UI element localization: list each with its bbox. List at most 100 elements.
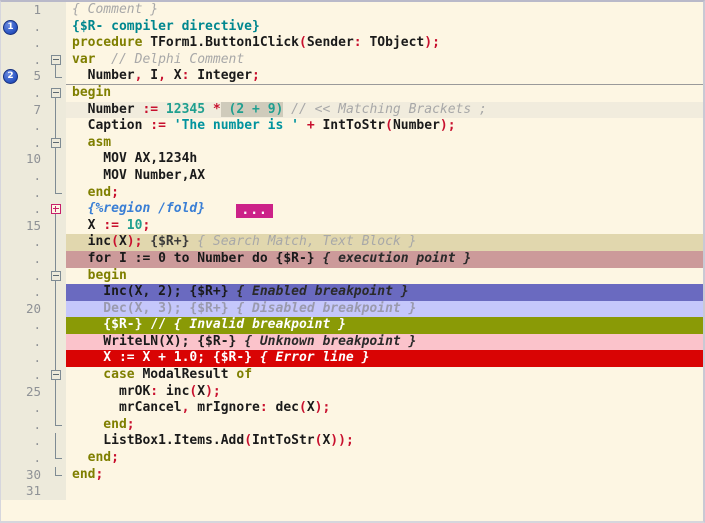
- gutter-cell[interactable]: 20: [1, 300, 47, 318]
- fold-column[interactable]: [47, 18, 66, 36]
- code-line[interactable]: Number := 12345 * (2 + 9) // << Matching…: [66, 101, 703, 119]
- code-line[interactable]: mrCancel, mrIgnore: dec(X);: [66, 400, 703, 417]
- editor-row[interactable]: . procedure TForm1.Button1Click(Sender: …: [1, 35, 703, 52]
- code-line[interactable]: asm: [66, 134, 703, 152]
- editor-row[interactable]: 1 { Comment }: [1, 2, 703, 19]
- fold-ellipsis[interactable]: ...: [236, 204, 273, 219]
- fold-column[interactable]: [47, 416, 66, 434]
- fold-column[interactable]: [47, 118, 66, 135]
- code-line[interactable]: {$R- compiler directive}: [66, 18, 703, 36]
- code-line[interactable]: procedure TForm1.Button1Click(Sender: TO…: [66, 35, 703, 52]
- fold-column[interactable]: [47, 51, 66, 69]
- gutter-cell[interactable]: .: [1, 35, 47, 52]
- gutter-cell[interactable]: .: [1, 134, 47, 152]
- fold-column[interactable]: [47, 167, 66, 185]
- fold-collapse-icon[interactable]: [51, 270, 61, 281]
- gutter-cell[interactable]: .: [1, 250, 47, 268]
- code-line[interactable]: inc(X); {$R+} { Search Match, Text Block…: [66, 234, 703, 251]
- editor-row[interactable]: . X := X + 1.0; {$R-} { Error line }: [1, 350, 703, 368]
- fold-collapse-icon[interactable]: [51, 87, 61, 98]
- code-line[interactable]: {$R-} // { Invalid breakpoint }: [66, 317, 703, 334]
- code-line[interactable]: var // Delphi Comment: [66, 51, 703, 69]
- code-line[interactable]: Inc(X, 2); {$R+} { Enabled breakpoint }: [66, 284, 703, 301]
- gutter-cell[interactable]: .: [1, 333, 47, 351]
- gutter-cell[interactable]: .: [1, 201, 47, 218]
- gutter-cell[interactable]: 15: [1, 217, 47, 235]
- fold-column[interactable]: [47, 201, 66, 218]
- editor-row[interactable]: . end;: [1, 416, 703, 434]
- code-line[interactable]: Dec(X, 3); {$R+} { Disabled breakpoint }: [66, 300, 703, 318]
- code-line[interactable]: begin: [66, 267, 703, 285]
- code-line[interactable]: { Comment }: [66, 2, 703, 19]
- fold-column[interactable]: [47, 184, 66, 202]
- fold-column[interactable]: [47, 317, 66, 334]
- gutter-cell[interactable]: .: [1, 234, 47, 251]
- fold-column[interactable]: [47, 483, 66, 500]
- fold-column[interactable]: [47, 68, 66, 85]
- fold-expand-icon[interactable]: [51, 204, 61, 215]
- fold-column[interactable]: [47, 350, 66, 368]
- fold-column[interactable]: [47, 250, 66, 268]
- fold-collapse-icon[interactable]: [51, 137, 61, 148]
- editor-row[interactable]: . WriteLN(X); {$R-} { Unknown breakpoint…: [1, 333, 703, 351]
- fold-column[interactable]: [47, 2, 66, 19]
- code-line[interactable]: X := X + 1.0; {$R-} { Error line }: [66, 350, 703, 368]
- code-line[interactable]: for I := 0 to Number do {$R-} { executio…: [66, 250, 703, 268]
- code-line[interactable]: MOV Number,AX: [66, 167, 703, 185]
- fold-column[interactable]: [47, 284, 66, 301]
- editor-row[interactable]: . end;: [1, 184, 703, 202]
- fold-column[interactable]: [47, 450, 66, 467]
- gutter-cell[interactable]: .: [1, 350, 47, 368]
- code-line[interactable]: end;: [66, 466, 703, 484]
- code-line[interactable]: WriteLN(X); {$R-} { Unknown breakpoint }: [66, 333, 703, 351]
- code-line[interactable]: end;: [66, 184, 703, 202]
- gutter-cell[interactable]: 2 5: [1, 68, 47, 85]
- gutter-cell[interactable]: .: [1, 367, 47, 384]
- fold-column[interactable]: [47, 84, 66, 102]
- gutter-cell[interactable]: 7: [1, 101, 47, 119]
- fold-column[interactable]: [47, 134, 66, 152]
- fold-column[interactable]: [47, 400, 66, 417]
- code-line[interactable]: end;: [66, 416, 703, 434]
- editor-row[interactable]: 1 . {$R- compiler directive}: [1, 18, 703, 36]
- fold-column[interactable]: [47, 383, 66, 401]
- code-line[interactable]: X := 10;: [66, 217, 703, 235]
- editor-row[interactable]: . for I := 0 to Number do {$R-} { execut…: [1, 250, 703, 268]
- code-line[interactable]: end;: [66, 450, 703, 467]
- fold-column[interactable]: [47, 234, 66, 251]
- gutter-cell[interactable]: 10: [1, 151, 47, 168]
- gutter-cell[interactable]: 1 .: [1, 18, 47, 36]
- code-line[interactable]: MOV AX,1234h: [66, 151, 703, 168]
- editor-row[interactable]: . begin: [1, 267, 703, 285]
- bookmark-icon[interactable]: 1: [4, 20, 17, 34]
- fold-column[interactable]: [47, 151, 66, 168]
- gutter-cell[interactable]: .: [1, 167, 47, 185]
- fold-collapse-icon[interactable]: [51, 54, 61, 65]
- gutter-cell[interactable]: .: [1, 267, 47, 285]
- fold-column[interactable]: [47, 367, 66, 384]
- bookmark-icon[interactable]: 2: [4, 70, 17, 84]
- code-line[interactable]: [66, 483, 703, 500]
- fold-collapse-icon[interactable]: [51, 370, 61, 381]
- editor-row[interactable]: . var // Delphi Comment: [1, 51, 703, 69]
- fold-column[interactable]: [47, 466, 66, 484]
- fold-column[interactable]: [47, 333, 66, 351]
- code-line[interactable]: Number, I, X: Integer;: [66, 68, 703, 85]
- fold-column[interactable]: [47, 267, 66, 285]
- fold-column[interactable]: [47, 433, 66, 451]
- code-line[interactable]: ListBox1.Items.Add(IntToStr(X));: [66, 433, 703, 451]
- fold-column[interactable]: [47, 101, 66, 119]
- gutter-cell[interactable]: 31: [1, 483, 47, 500]
- code-line[interactable]: case ModalResult of: [66, 367, 703, 384]
- editor-row[interactable]: . case ModalResult of: [1, 367, 703, 384]
- gutter-cell[interactable]: .: [1, 51, 47, 69]
- gutter-cell[interactable]: 25: [1, 383, 47, 401]
- code-line[interactable]: {%region /fold} ...: [66, 201, 703, 219]
- gutter-cell[interactable]: .: [1, 184, 47, 202]
- gutter-cell[interactable]: .: [1, 416, 47, 434]
- fold-column[interactable]: [47, 300, 66, 318]
- code-line[interactable]: begin: [66, 84, 703, 102]
- code-editor[interactable]: 1 { Comment } 1 . {$R- compiler directiv…: [0, 0, 705, 523]
- gutter-cell[interactable]: 1: [1, 2, 47, 19]
- gutter-cell[interactable]: .: [1, 118, 47, 135]
